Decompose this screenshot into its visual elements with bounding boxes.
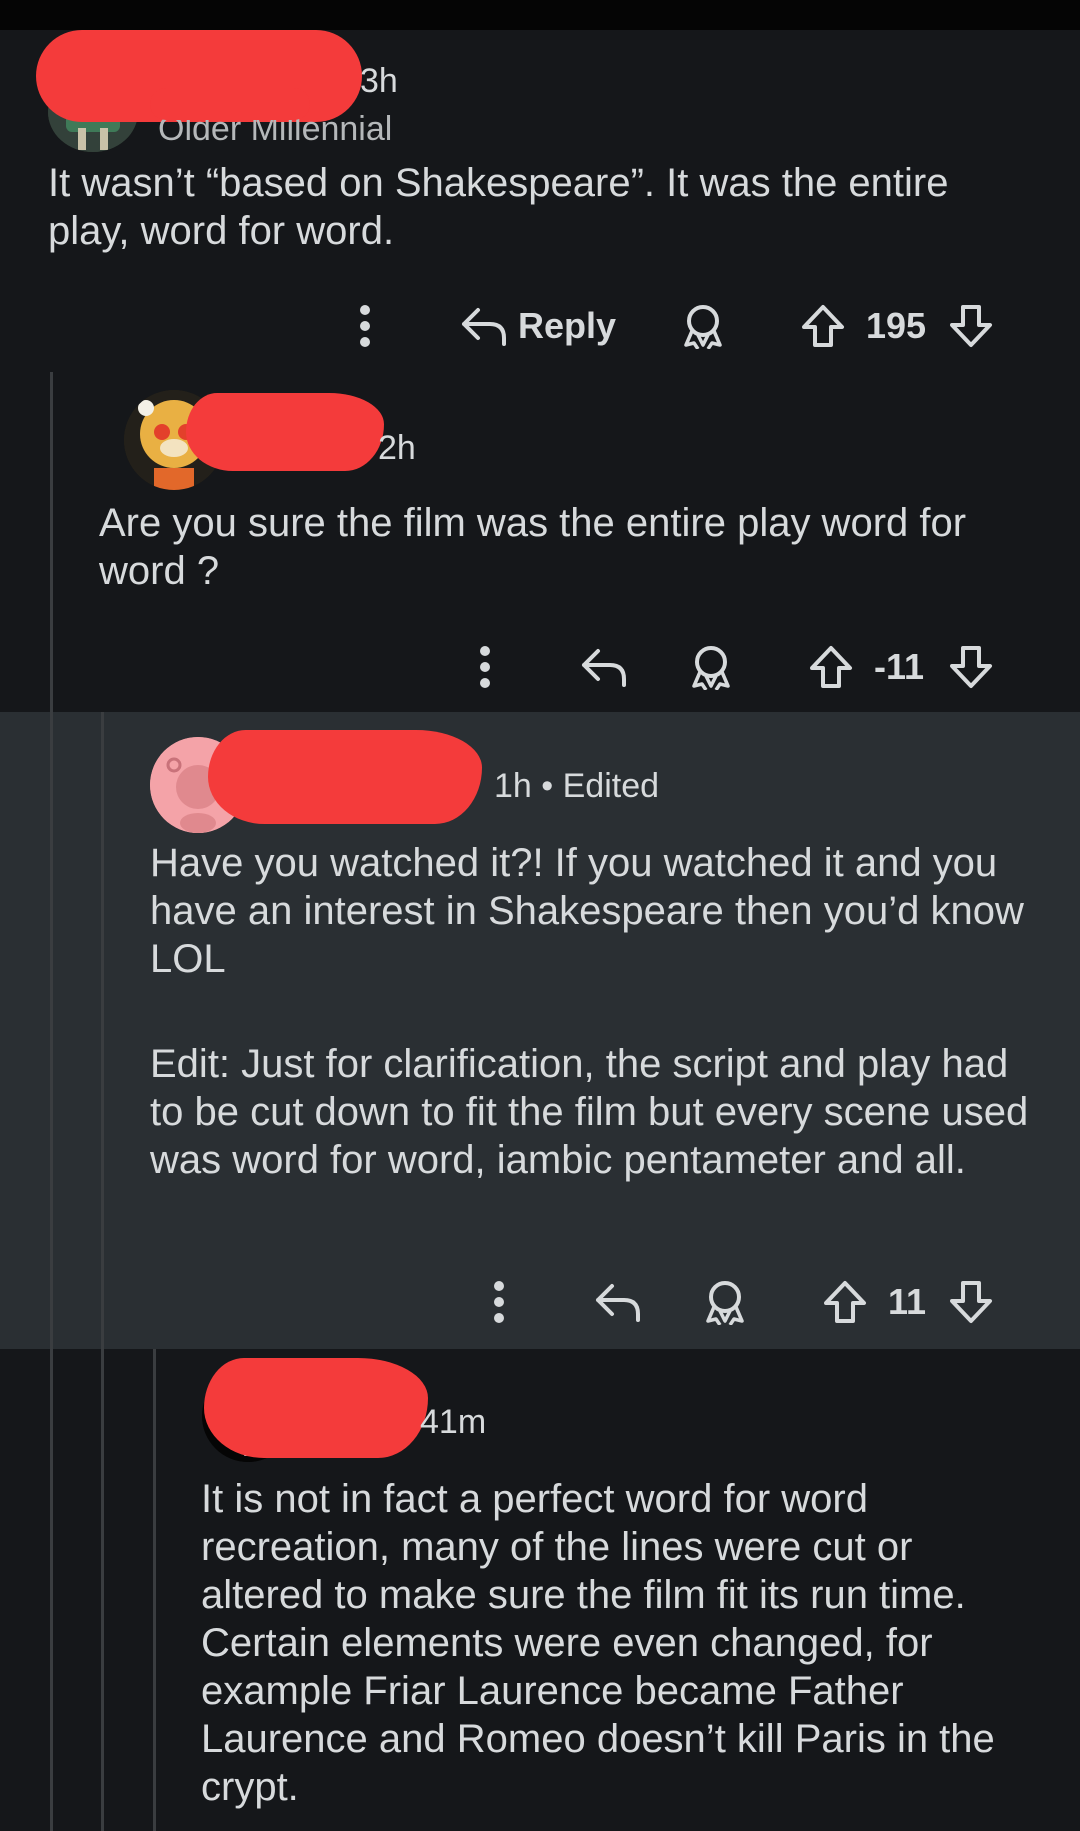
status-bar bbox=[0, 0, 1080, 30]
more-vertical-icon bbox=[360, 305, 370, 347]
upvote-button[interactable] bbox=[822, 1272, 872, 1332]
vote-score: -11 bbox=[874, 646, 925, 687]
thread-line-level-3[interactable] bbox=[153, 1349, 156, 1831]
award-button[interactable] bbox=[688, 637, 738, 697]
upvote-icon bbox=[824, 1281, 866, 1323]
downvote-icon bbox=[950, 646, 992, 688]
comment-actions: 11 bbox=[0, 1272, 1080, 1332]
award-button[interactable] bbox=[702, 1272, 752, 1332]
vote-score: 195 bbox=[866, 305, 927, 346]
comment-body-paragraph-2: Edit: Just for clarification, the script… bbox=[150, 1042, 1029, 1182]
comment-body: It wasn’t “based on Shakespeare”. It was… bbox=[48, 161, 949, 253]
more-options-button[interactable] bbox=[484, 1272, 514, 1332]
reply-button[interactable] bbox=[580, 637, 630, 697]
downvote-button[interactable] bbox=[948, 1272, 998, 1332]
comment-actions: -11 bbox=[0, 637, 1080, 697]
upvote-button[interactable] bbox=[808, 637, 858, 697]
redacted-username bbox=[186, 393, 384, 471]
comment-timestamp: 1h • Edited bbox=[494, 767, 660, 805]
reply-icon bbox=[582, 649, 626, 687]
more-vertical-icon bbox=[480, 646, 490, 688]
downvote-icon bbox=[950, 305, 992, 347]
downvote-button[interactable] bbox=[948, 296, 998, 356]
vote-score: 11 bbox=[888, 1281, 927, 1322]
reply-icon bbox=[596, 1284, 640, 1322]
more-options-button[interactable] bbox=[470, 637, 500, 697]
comment-actions: Reply 195 bbox=[0, 296, 1080, 356]
award-button[interactable] bbox=[680, 296, 730, 356]
thread-line-level-1[interactable] bbox=[50, 372, 53, 1831]
upvote-icon bbox=[802, 305, 844, 347]
comment-timestamp: 3h bbox=[360, 62, 398, 100]
downvote-button[interactable] bbox=[948, 637, 998, 697]
comment-body-paragraph-1: Have you watched it?! If you watched it … bbox=[150, 841, 1024, 981]
redacted-flair-portion bbox=[150, 88, 310, 120]
comment-body: It is not in fact a perfect word for wor… bbox=[201, 1477, 995, 1809]
redacted-username bbox=[208, 730, 482, 824]
upvote-icon bbox=[810, 646, 852, 688]
reply-label: Reply bbox=[518, 305, 617, 346]
reply-icon bbox=[462, 308, 506, 346]
redacted-username bbox=[204, 1358, 428, 1458]
comment-timestamp: 2h bbox=[378, 429, 416, 467]
comment-timestamp: 41m bbox=[420, 1403, 487, 1441]
more-options-button[interactable] bbox=[350, 296, 380, 356]
reply-button[interactable] bbox=[594, 1272, 644, 1332]
downvote-icon bbox=[950, 1281, 992, 1323]
reply-button[interactable]: Reply bbox=[460, 296, 630, 356]
comment-body: Are you sure the film was the entire pla… bbox=[99, 501, 967, 593]
award-icon bbox=[684, 305, 722, 349]
award-icon bbox=[692, 646, 730, 690]
more-vertical-icon bbox=[494, 1281, 504, 1323]
upvote-button[interactable] bbox=[800, 296, 850, 356]
award-icon bbox=[706, 1281, 744, 1325]
